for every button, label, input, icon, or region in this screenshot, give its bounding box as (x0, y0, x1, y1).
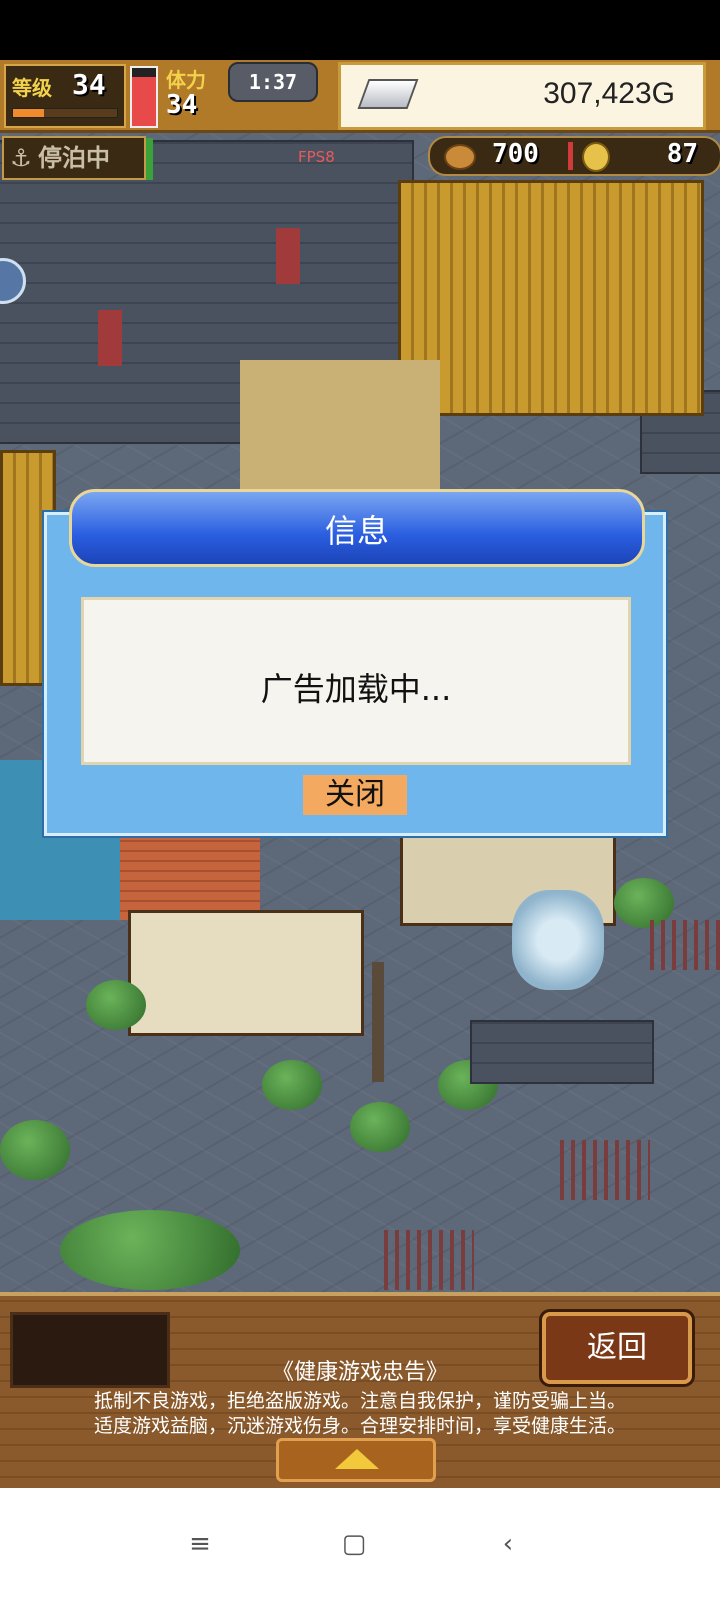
bottom-panel: 返回 《健康游戏忠告》 抵制不良游戏，拒绝盗版游戏。注意自我保护，谨防受骗上当。… (0, 1292, 720, 1492)
crate-stack (398, 180, 704, 416)
top-hud: 等级 34 体力 34 1:37 307,423G (0, 60, 720, 133)
home-icon[interactable]: ▢ (324, 1514, 384, 1574)
shop-stall (240, 360, 440, 500)
fps-counter: FPS8 (298, 148, 335, 166)
status-bar (0, 0, 720, 60)
stone-ledge (470, 1020, 654, 1084)
fountain (512, 890, 604, 990)
fence (384, 1230, 474, 1290)
fence (560, 1140, 650, 1200)
stamina-label: 体力 (166, 68, 206, 92)
arrow-up-icon (335, 1449, 379, 1469)
lamp-post (372, 962, 384, 1082)
dialog-header: 信息 (69, 489, 645, 567)
dock-status-badge[interactable]: ⚓ 停泊中 (2, 136, 146, 180)
stamina-fill (132, 76, 156, 126)
resource-panel[interactable]: 700 87 (428, 136, 720, 176)
banner (276, 228, 300, 284)
level-label: 等级 (12, 76, 52, 100)
health-advice-line-1: 抵制不良游戏，拒绝盗版游戏。注意自我保护，谨防受骗上当。 (93, 1390, 626, 1412)
level-panel[interactable]: 等级 34 (4, 64, 126, 128)
bush (60, 1210, 240, 1290)
menu-icon[interactable]: ≡ (170, 1514, 230, 1574)
health-advice-title: 《健康游戏忠告》 (271, 1360, 448, 1385)
level-value: 34 (72, 68, 106, 101)
resource-divider (568, 142, 573, 170)
food-icon (444, 144, 476, 170)
food-value: 700 (492, 139, 539, 169)
level-progress-fill (13, 109, 45, 117)
health-advice-line-2: 适度游戏益脑，沉迷游戏伤身。合理安排时间，享受健康生活。 (93, 1415, 626, 1437)
tavern-wall (128, 910, 364, 1036)
dock-status-label: 停泊中 (38, 144, 110, 172)
tavern-roof (120, 830, 260, 920)
gold-panel[interactable]: 307,423G (338, 62, 706, 130)
banner (98, 310, 122, 366)
bush (262, 1060, 322, 1110)
anchor-icon: ⚓ (10, 144, 32, 172)
silver-ingot-icon (357, 79, 419, 109)
medal-icon (582, 142, 610, 172)
gold-value: 307,423G (543, 77, 675, 110)
stamina-bar (130, 66, 158, 128)
fence (650, 920, 720, 970)
dialog-message: 广告加载中... (260, 670, 452, 708)
bush (350, 1102, 410, 1152)
level-progress-bar (12, 108, 118, 118)
dialog-title: 信息 (324, 512, 389, 550)
medal-value: 87 (666, 139, 698, 169)
dialog-body: 广告加载中... (81, 597, 631, 765)
close-button[interactable]: 关闭 (303, 775, 407, 815)
dock-indicator (146, 138, 153, 180)
info-dialog: 信息 广告加载中... 关闭 (44, 489, 666, 836)
bush (0, 1120, 70, 1180)
stamina-value: 34 (166, 90, 198, 120)
system-nav-bar: ≡ ▢ ‹ (0, 1488, 720, 1600)
bush (86, 980, 146, 1030)
back-icon[interactable]: ‹ (478, 1514, 538, 1574)
timer: 1:37 (228, 62, 318, 102)
expand-button[interactable] (276, 1438, 436, 1482)
